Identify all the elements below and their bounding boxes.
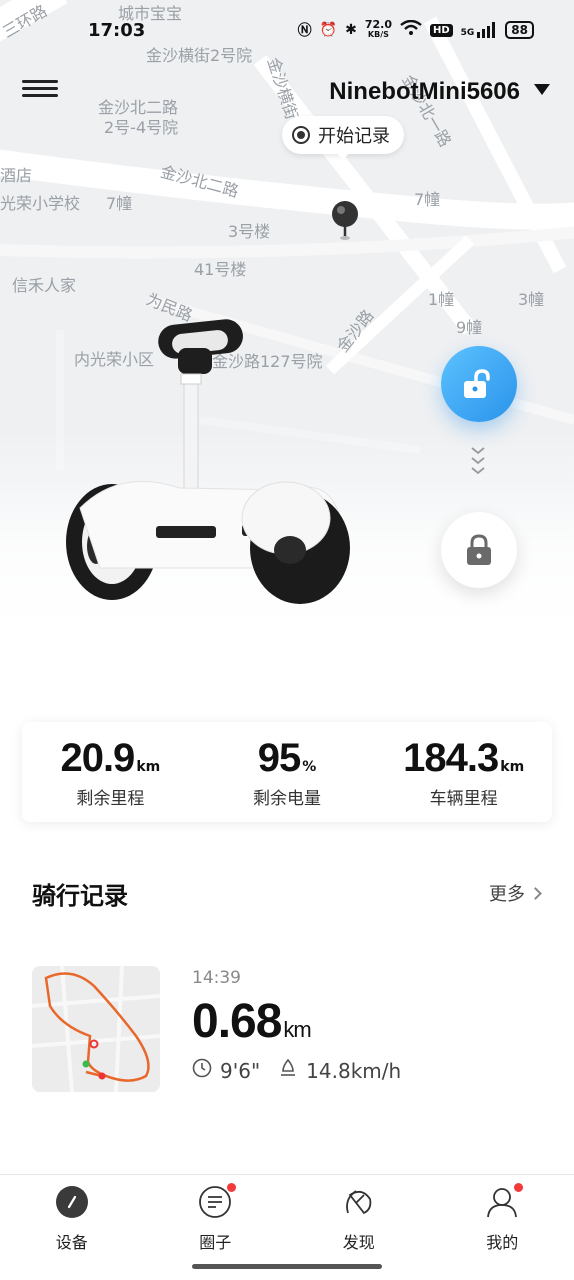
status-time: 17:03 [88, 20, 146, 41]
lock-button[interactable] [441, 512, 517, 588]
stat-value-row: 184.3 km [403, 736, 524, 780]
status-bar: 17:03 Ⓝ ⏰ ✱ 72.0 KB/S HD 5G 88 [0, 0, 574, 64]
device-name[interactable]: NinebotMini5606 [329, 78, 520, 106]
chevron-right-icon [529, 886, 542, 900]
net-speed-unit: KB/S [367, 30, 389, 39]
alarm-icon: ⏰ [319, 22, 338, 38]
map-label: 9幢 [456, 318, 483, 337]
net-speed-value: 72.0 [364, 18, 392, 31]
ride-records-title: 骑行记录 [32, 882, 128, 910]
nav-label: 设备 [55, 1233, 88, 1252]
start-record-button[interactable]: 开始记录 [282, 116, 404, 154]
status-icons: Ⓝ ⏰ ✱ 72.0 KB/S HD 5G 88 [297, 18, 534, 40]
battery-icon: 88 [505, 21, 534, 39]
stats-card: 20.9 km 剩余里程 95% 剩余电量 184.3 km 车辆里程 [22, 722, 552, 822]
signal-type: 5G [460, 28, 475, 38]
hd-icon: HD [429, 23, 453, 37]
nav-item-device[interactable]: 设备 [0, 1175, 144, 1280]
stat-unit: km [500, 758, 525, 775]
stat-unit: km [136, 758, 161, 775]
stat-label: 剩余电量 [253, 788, 321, 809]
stat-value: 95 [257, 735, 301, 780]
nfc-icon: Ⓝ [297, 23, 312, 39]
map-label: 7幢 [106, 194, 133, 213]
speed-icon [278, 1058, 298, 1083]
stat-value-row: 95% [258, 736, 317, 780]
notification-badge [227, 1183, 237, 1192]
menu-button[interactable] [22, 76, 58, 104]
map-label: 信禾人家 [12, 276, 77, 295]
map-label: 3幢 [518, 290, 545, 309]
stat-battery: 95% 剩余电量 [199, 722, 376, 822]
circle-icon [198, 1183, 237, 1219]
map-label: 2号-4号院 [104, 118, 179, 137]
ride-distance-value: 0.68 [192, 995, 282, 1048]
stat-value-row: 20.9 km [60, 736, 160, 780]
map-label: 3号楼 [228, 222, 271, 241]
wifi-icon [400, 19, 422, 40]
ride-meta: 9'6" 14.8km/h [192, 1058, 401, 1083]
more-link[interactable]: 更多 [489, 880, 542, 906]
more-label: 更多 [489, 884, 525, 905]
stat-odometer: 184.3 km 车辆里程 [375, 722, 552, 822]
unlock-button[interactable] [441, 346, 517, 422]
nav-item-profile[interactable]: 我的 [431, 1175, 574, 1280]
route-map-thumbnail [32, 966, 160, 1092]
record-icon [292, 126, 310, 144]
home-indicator[interactable] [192, 1264, 382, 1269]
stat-label: 剩余里程 [76, 788, 145, 809]
stat-value: 184.3 [403, 735, 499, 780]
map-label: 酒店 [0, 166, 33, 185]
map-label: 7幢 [414, 190, 441, 209]
profile-icon [485, 1183, 524, 1219]
stat-label: 车辆里程 [429, 788, 498, 809]
nav-label: 发现 [342, 1233, 375, 1252]
record-pill-tail [336, 152, 350, 160]
location-pin-icon [330, 200, 360, 244]
nav-label: 我的 [486, 1233, 519, 1252]
start-record-label: 开始记录 [318, 126, 390, 147]
map-label: 1幢 [428, 290, 455, 309]
stat-value: 20.9 [60, 735, 135, 780]
stat-remaining-range: 20.9 km 剩余里程 [22, 722, 199, 822]
ride-record-item[interactable]: 14:39 0.68km 9'6" 14.8km/h [32, 964, 542, 1094]
net-speed: 72.0 KB/S [364, 18, 392, 40]
unlock-icon [464, 369, 490, 398]
menu-icon [22, 80, 58, 83]
signal-icon: 5G [461, 22, 498, 38]
discover-icon [342, 1185, 376, 1219]
nav-label: 圈子 [199, 1233, 232, 1252]
clock-icon [192, 1058, 212, 1083]
ride-duration: 9'6" [220, 1058, 261, 1083]
map-label: 光荣小学校 [0, 194, 81, 213]
device-icon [55, 1185, 89, 1219]
ride-speed: 14.8km/h [306, 1058, 402, 1083]
scooter-image [60, 318, 360, 632]
ride-time: 14:39 [192, 968, 241, 988]
notification-badge [514, 1183, 524, 1192]
menu-icon-line [22, 94, 58, 97]
stat-unit: % [302, 758, 317, 775]
bluetooth-icon: ✱ [345, 22, 357, 38]
chevron-down-icon[interactable] [534, 84, 550, 95]
ride-distance-unit: km [283, 1017, 311, 1042]
chevron-down-icon [468, 444, 488, 484]
ride-distance: 0.68km [192, 994, 312, 1049]
menu-icon-line [22, 87, 58, 90]
map-label: 41号楼 [194, 260, 247, 279]
lock-icon [467, 534, 491, 565]
